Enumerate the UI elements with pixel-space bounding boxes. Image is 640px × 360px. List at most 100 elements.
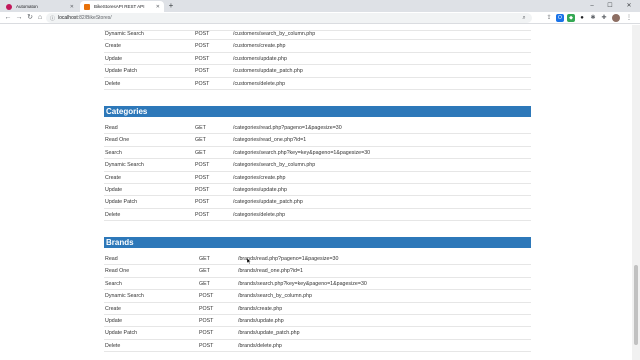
- endpoint-path: /customers/delete.php: [233, 80, 286, 87]
- table-row: Dynamic Search POST /categories/search_b…: [104, 159, 531, 172]
- endpoint-name: Read: [105, 125, 118, 131]
- tab-bar: Automaton ✕ BikeStoresAPI REST API ✕ + –…: [0, 0, 640, 12]
- endpoint-method: POST: [199, 317, 214, 324]
- zoom-icon[interactable]: ⌕: [520, 14, 528, 22]
- endpoint-path: /categories/read.php?pageno=1&pagesize=3…: [233, 125, 342, 131]
- endpoint-method: POST: [195, 199, 210, 206]
- endpoint-path: /brands/search_by_column.php: [238, 293, 312, 300]
- table-row: Dynamic Search POST /customers/search_by…: [104, 28, 531, 41]
- table-row: Create POST /customers/create.php: [104, 40, 531, 53]
- endpoint-method: GET: [195, 149, 206, 156]
- tab-close-icon[interactable]: ✕: [156, 4, 160, 10]
- endpoint-path: /categories/update.php: [233, 186, 287, 193]
- table-row: Update Patch POST /categories/update_pat…: [104, 196, 531, 209]
- page-content: Dynamic Search POST /customers/search_by…: [0, 25, 632, 360]
- back-button[interactable]: ←: [3, 13, 13, 23]
- extension-green-icon[interactable]: ◆: [567, 14, 575, 22]
- share-icon[interactable]: ⇪: [545, 14, 553, 22]
- categories-table: Read GET /categories/read.php?pageno=1&p…: [104, 122, 531, 222]
- endpoint-name: Dynamic Search: [105, 31, 144, 37]
- reload-button[interactable]: ↻: [25, 13, 35, 23]
- browser-toolbar: ← → ↻ ⌂ ⓘ localhost:82/BikeStores/ ⌕ ⇪ O…: [0, 12, 640, 24]
- endpoint-path: /categories/create.php: [233, 174, 286, 181]
- table-row: Dynamic Search POST /brands/search_by_co…: [104, 290, 531, 303]
- automaton-favicon-icon: [6, 3, 12, 10]
- endpoint-path: /brands/update.php: [238, 317, 284, 324]
- close-window-button[interactable]: ✕: [621, 0, 637, 12]
- tab-automaton[interactable]: Automaton ✕: [2, 1, 78, 12]
- table-row: Read GET /brands/read.php?pageno=1&pages…: [104, 253, 531, 266]
- table-row: Update POST /customers/update.php: [104, 53, 531, 66]
- endpoint-method: POST: [199, 330, 214, 337]
- endpoint-path: /customers/update_patch.php: [233, 68, 303, 75]
- endpoint-path: /categories/delete.php: [233, 211, 286, 218]
- endpoint-path: /customers/search_by_column.php: [233, 31, 316, 37]
- endpoint-name: Search: [105, 149, 122, 156]
- endpoint-method: POST: [195, 31, 210, 37]
- endpoint-path: /brands/read.php?pageno=1&pagesize=30: [238, 256, 339, 262]
- endpoint-path: /customers/update.php: [233, 55, 287, 62]
- endpoint-name: Read One: [105, 268, 130, 275]
- mouse-cursor-icon: [247, 258, 251, 264]
- endpoint-name: Delete: [105, 80, 121, 87]
- new-tab-button[interactable]: +: [166, 1, 176, 11]
- endpoint-name: Read: [105, 256, 118, 262]
- endpoint-name: Update Patch: [105, 68, 138, 75]
- site-info-icon[interactable]: ⓘ: [50, 15, 55, 22]
- table-row: Update POST /brands/update.php: [104, 315, 531, 328]
- endpoint-name: Read One: [105, 137, 130, 144]
- endpoint-path: /categories/search.php?key=key&pageno=1&…: [233, 149, 371, 156]
- extension-outlook-icon[interactable]: O: [556, 14, 564, 22]
- endpoint-path: /brands/create.php: [238, 305, 283, 312]
- scrollbar-thumb[interactable]: [634, 265, 638, 345]
- vertical-scrollbar[interactable]: [632, 25, 640, 360]
- menu-kebab-icon[interactable]: ⋮: [625, 14, 633, 22]
- address-bar[interactable]: ⓘ localhost:82/BikeStores/: [46, 13, 532, 23]
- endpoint-method: GET: [199, 268, 210, 275]
- endpoint-name: Dynamic Search: [105, 162, 144, 169]
- extension-black-icon[interactable]: ●: [578, 14, 586, 22]
- maximize-button[interactable]: ☐: [602, 0, 618, 12]
- endpoint-method: POST: [195, 186, 210, 193]
- table-row: Read GET /categories/read.php?pageno=1&p…: [104, 122, 531, 135]
- url-text: localhost:82/BikeStores/: [58, 15, 112, 21]
- table-row: Delete POST /customers/delete.php: [104, 78, 531, 90]
- table-row: Read One GET /brands/read_one.php?id=1: [104, 265, 531, 278]
- endpoint-name: Dynamic Search: [105, 293, 144, 300]
- endpoint-name: Delete: [105, 211, 121, 218]
- tab-bikestores-api[interactable]: BikeStoresAPI REST API ✕: [80, 1, 164, 12]
- table-row: Update Patch POST /brands/update_patch.p…: [104, 327, 531, 340]
- endpoint-name: Create: [105, 174, 121, 181]
- forward-button[interactable]: →: [14, 13, 24, 23]
- endpoint-method: POST: [199, 342, 214, 349]
- table-row: Delete POST /brands/delete.php: [104, 340, 531, 353]
- table-row: Delete POST /categories/delete.php: [104, 209, 531, 222]
- home-button[interactable]: ⌂: [35, 13, 45, 23]
- endpoint-path: /brands/read_one.php?id=1: [238, 268, 303, 275]
- endpoint-method: POST: [199, 293, 214, 300]
- extension-gear-icon[interactable]: ✱: [589, 14, 597, 22]
- tab-title: BikeStoresAPI REST API: [94, 4, 145, 9]
- endpoint-name: Update Patch: [105, 330, 138, 337]
- table-row: Read One GET /categories/read_one.php?id…: [104, 134, 531, 147]
- endpoint-method: POST: [199, 305, 214, 312]
- endpoint-name: Search: [105, 280, 122, 287]
- brands-table: Read GET /brands/read.php?pageno=1&pages…: [104, 253, 531, 353]
- endpoint-method: POST: [195, 43, 210, 50]
- avatar[interactable]: [612, 14, 620, 22]
- endpoint-path: /brands/delete.php: [238, 342, 282, 349]
- endpoint-path: /categories/read_one.php?id=1: [233, 137, 307, 144]
- endpoint-name: Delete: [105, 342, 121, 349]
- endpoint-path: /brands/update_patch.php: [238, 330, 300, 337]
- table-row: Search GET /categories/search.php?key=ke…: [104, 147, 531, 160]
- tab-close-icon[interactable]: ✕: [70, 4, 74, 10]
- endpoint-method: GET: [195, 137, 206, 144]
- endpoint-method: POST: [195, 55, 210, 62]
- minimize-button[interactable]: –: [584, 0, 600, 12]
- extensions-puzzle-icon[interactable]: ✚: [600, 14, 608, 22]
- section-heading-brands: Brands: [104, 237, 531, 248]
- table-row: Create POST /brands/create.php: [104, 303, 531, 315]
- endpoint-method: POST: [195, 80, 210, 87]
- endpoint-method: GET: [199, 280, 210, 287]
- endpoint-path: /brands/search.php?key=key&pageno=1&page…: [238, 280, 367, 287]
